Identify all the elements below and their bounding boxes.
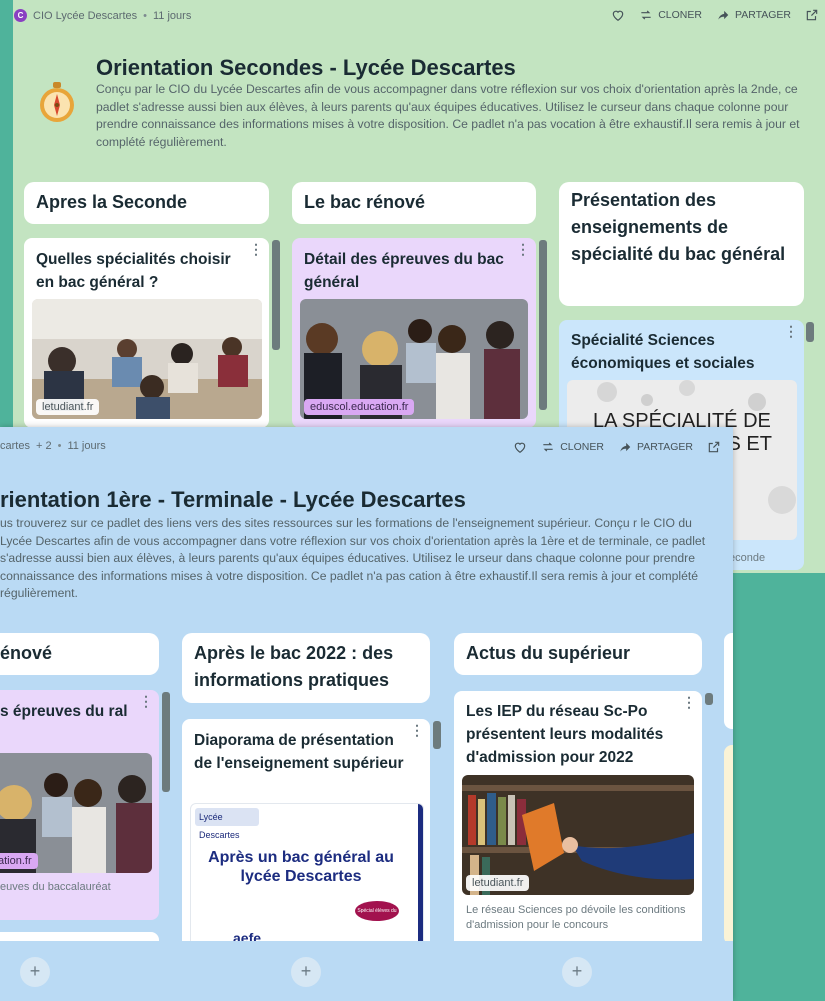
post-title[interactable]: Diaporama de présentation de l'enseignem…	[194, 729, 412, 775]
source-chip: ation.fr	[0, 853, 38, 869]
separator-dot: •	[143, 9, 147, 22]
source-chip: letudiant.fr	[36, 399, 100, 415]
add-post-button[interactable]: +	[20, 957, 50, 987]
share-arrow-icon	[718, 10, 729, 20]
post-menu-icon[interactable]: ⋮	[139, 694, 153, 708]
share-label: PARTAGER	[734, 9, 791, 21]
next-column-header[interactable]	[724, 633, 733, 729]
open-external-button[interactable]	[707, 440, 721, 454]
column-scrollbar[interactable]	[162, 692, 170, 792]
column-header-bac-renove[interactable]: Le bac rénové	[292, 182, 536, 224]
post-card-iep[interactable]: Les IEP du réseau Sc-Po présentent leurs…	[454, 691, 702, 949]
compass-icon	[40, 82, 74, 122]
heart-icon	[612, 10, 624, 21]
post-menu-icon[interactable]: ⋮	[682, 695, 696, 709]
post-card-epreuves[interactable]: s épreuves du ral ⋮ ation.fr euves du ba…	[0, 690, 159, 920]
clone-label: CLONER	[658, 9, 702, 21]
remix-icon	[543, 442, 553, 452]
post-age: 11 jours	[153, 9, 192, 22]
share-button[interactable]: PARTAGER	[716, 8, 791, 22]
post-title[interactable]: Quelles spécialités choisir en bac génér…	[36, 248, 251, 294]
post-title[interactable]: Spécialité Sciences économiques et socia…	[571, 329, 786, 375]
column-scrollbar[interactable]	[272, 240, 280, 350]
add-post-button[interactable]: +	[562, 957, 592, 987]
column-header-apres-la-seconde[interactable]: Apres la Seconde	[24, 182, 269, 224]
top-bar: cartes + 2 • 11 jours CLONER PARTAGER	[0, 427, 733, 459]
share-label: PARTAGER	[636, 441, 693, 453]
classroom-photo[interactable]: letudiant.fr	[32, 299, 262, 419]
slide-edge	[418, 804, 423, 949]
post-age: 11 jours	[67, 440, 106, 452]
slide-preview[interactable]: Lycée Descartes Après un bac général au …	[190, 803, 424, 949]
external-link-icon	[708, 441, 720, 453]
next-column-card[interactable]	[724, 745, 733, 945]
open-external-button[interactable]	[805, 8, 819, 22]
contributors-count[interactable]: + 2	[36, 440, 52, 452]
padlet-description: us trouverez sur ce padlet des liens ver…	[0, 516, 706, 600]
column-header-apres-le-bac-2022[interactable]: Après le bac 2022 : des informations pra…	[182, 633, 430, 703]
clone-button[interactable]: CLONER	[541, 440, 604, 454]
library-photo[interactable]: letudiant.fr	[462, 775, 694, 895]
source-chip: eduscol.education.fr	[304, 399, 415, 415]
slide-logo: Lycée Descartes	[195, 808, 259, 840]
column-header-enseignements-specialite[interactable]: Présentation des enseignements de spécia…	[559, 182, 804, 306]
column-scrollbar[interactable]	[539, 240, 547, 410]
clone-label: CLONER	[560, 441, 604, 453]
add-post-button[interactable]: +	[291, 957, 321, 987]
post-card-diaporama[interactable]: Diaporama de présentation de l'enseignem…	[182, 719, 430, 949]
column-scrollbar[interactable]	[806, 322, 814, 342]
column-scrollbar[interactable]	[705, 693, 713, 705]
clone-button[interactable]: CLONER	[639, 8, 702, 22]
column-header-bac-renove[interactable]: énové	[0, 633, 159, 675]
like-button[interactable]	[611, 8, 625, 22]
like-button[interactable]	[513, 440, 527, 454]
post-menu-icon[interactable]: ⋮	[516, 242, 530, 256]
author-avatar[interactable]: C	[14, 9, 27, 22]
bottom-bar	[0, 941, 733, 1001]
students-photo[interactable]: eduscol.education.fr	[300, 299, 528, 419]
heart-icon	[514, 442, 526, 453]
post-menu-icon[interactable]: ⋮	[410, 723, 424, 737]
share-arrow-icon	[620, 442, 631, 452]
post-title[interactable]: s épreuves du ral	[0, 700, 141, 723]
post-card-epreuves[interactable]: Détail des épreuves du bac général ⋮ edu…	[292, 238, 536, 428]
post-footer: econde	[729, 552, 766, 564]
post-menu-icon[interactable]: ⋮	[784, 324, 798, 338]
post-subtitle: euves du baccalauréat	[0, 881, 111, 893]
column-scrollbar[interactable]	[433, 721, 441, 749]
post-menu-icon[interactable]: ⋮	[249, 242, 263, 256]
post-title[interactable]: Les IEP du réseau Sc-Po présentent leurs…	[466, 700, 684, 769]
post-subtitle: Le réseau Sciences po dévoile les condit…	[466, 904, 686, 931]
slide-heading: Après un bac général au lycée Descartes	[208, 849, 394, 885]
source-chip: letudiant.fr	[466, 875, 530, 891]
padlet-window-premiere-terminale: cartes + 2 • 11 jours CLONER PARTAGER ri…	[0, 427, 733, 1001]
padlet-description: Conçu par le CIO du Lycée Descartes afin…	[96, 82, 800, 149]
author-name[interactable]: CIO Lycée Descartes	[33, 10, 137, 22]
share-button[interactable]: PARTAGER	[618, 440, 693, 454]
author-name[interactable]: cartes	[0, 440, 30, 452]
padlet-title: Orientation Secondes - Lycée Descartes	[96, 55, 516, 80]
students-photo[interactable]: ation.fr	[0, 753, 152, 873]
remix-icon	[641, 10, 651, 20]
padlet-title: rientation 1ère - Terminale - Lycée Desc…	[0, 487, 466, 512]
post-card-specialites[interactable]: Quelles spécialités choisir en bac génér…	[24, 238, 269, 428]
separator-dot: •	[57, 440, 62, 452]
slide-badge: Spécial élèves du réseau	[355, 901, 399, 934]
post-title[interactable]: Détail des épreuves du bac général	[304, 248, 518, 294]
top-bar: C CIO Lycée Descartes • 11 jours CLONER …	[0, 0, 825, 32]
external-link-icon	[806, 9, 818, 21]
column-header-actus-du-superieur[interactable]: Actus du supérieur	[454, 633, 702, 675]
